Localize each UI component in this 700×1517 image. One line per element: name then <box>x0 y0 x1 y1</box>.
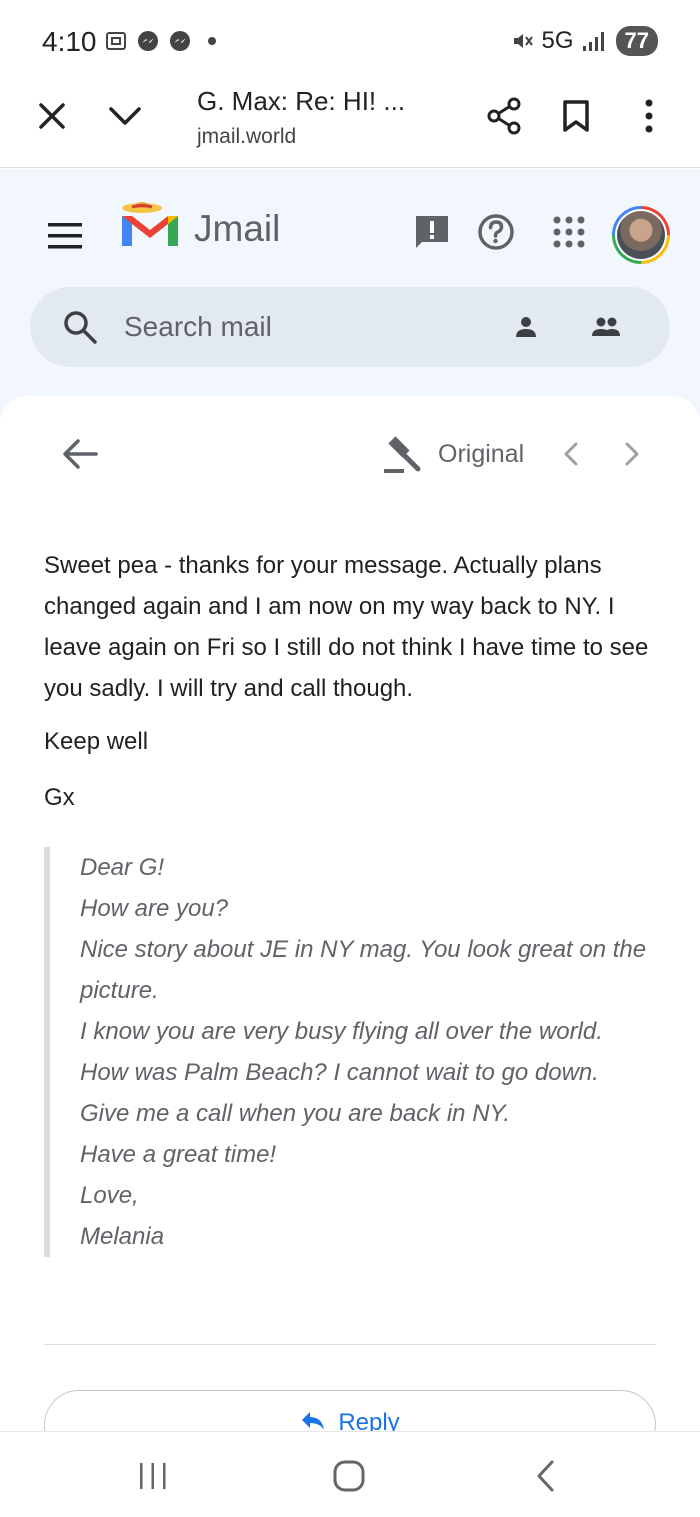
bookmark-icon[interactable] <box>548 88 604 144</box>
apps-icon[interactable] <box>547 210 591 254</box>
jmail-logo <box>122 202 178 246</box>
page-title: G. Max: Re: HI! ... <box>197 86 406 116</box>
quoted-line: How are you? <box>80 895 229 922</box>
messenger-icon <box>138 31 158 51</box>
more-vert-icon[interactable] <box>621 88 677 144</box>
messenger-icon <box>170 31 190 51</box>
person-icon[interactable] <box>510 311 542 343</box>
quoted-line: Nice story about JE in NY mag. You look … <box>80 936 647 1004</box>
mute-icon <box>513 34 533 48</box>
back-icon[interactable] <box>524 1454 568 1498</box>
browser-toolbar: G. Max: Re: HI! ... jmail.world <box>0 80 700 168</box>
menu-icon[interactable] <box>44 219 86 253</box>
signal-icon <box>582 32 604 51</box>
recent-apps-icon[interactable] <box>131 1454 175 1498</box>
share-icon[interactable] <box>476 88 532 144</box>
message-closing: Keep well <box>44 728 149 755</box>
quoted-message: Dear G! How are you? Nice story about JE… <box>44 847 664 1257</box>
quoted-line: Love, <box>80 1182 139 1209</box>
message-body: Sweet pea - thanks for your message. Act… <box>44 552 649 702</box>
back-arrow-icon[interactable] <box>56 432 104 476</box>
close-icon[interactable] <box>24 88 80 144</box>
original-label: Original <box>438 439 525 468</box>
search-input[interactable] <box>124 307 484 347</box>
quoted-line: I know you are very busy flying all over… <box>80 1018 603 1045</box>
divider <box>44 1344 656 1345</box>
screenshot-icon <box>106 32 126 50</box>
page-url: jmail.world <box>197 125 297 148</box>
avatar-photo <box>617 211 665 259</box>
notification-icons <box>104 29 224 53</box>
app-name: Jmail <box>194 208 281 249</box>
search-bar[interactable] <box>30 287 670 367</box>
status-bar: 4:10 5G 77 <box>0 0 700 80</box>
system-nav-bar <box>0 1431 700 1517</box>
chevron-down-icon[interactable] <box>97 88 153 144</box>
next-message-icon[interactable] <box>616 438 646 470</box>
quoted-line: Melania <box>80 1223 165 1250</box>
avatar[interactable] <box>612 206 670 264</box>
network-label: 5G <box>541 27 574 54</box>
quoted-line: Dear G! <box>80 854 165 881</box>
reply-icon <box>302 1412 325 1430</box>
feedback-icon[interactable] <box>410 210 454 254</box>
search-icon[interactable] <box>62 309 98 345</box>
quoted-line: Give me a call when you are back in NY. <box>80 1100 510 1127</box>
status-time: 4:10 <box>42 26 97 57</box>
home-icon[interactable] <box>327 1454 371 1498</box>
original-view-toggle[interactable]: Original <box>382 432 524 476</box>
quoted-line: Have a great time! <box>80 1141 277 1168</box>
gavel-icon <box>384 436 421 473</box>
battery-level: 77 <box>615 26 658 56</box>
dot-icon <box>208 37 216 45</box>
previous-message-icon[interactable] <box>557 438 587 470</box>
message-signature: Gx <box>44 784 75 811</box>
system-status: 5G 77 <box>510 26 658 56</box>
help-icon[interactable] <box>474 210 518 254</box>
quoted-line: How was Palm Beach? I cannot wait to go … <box>80 1059 599 1086</box>
people-icon[interactable] <box>590 311 622 343</box>
